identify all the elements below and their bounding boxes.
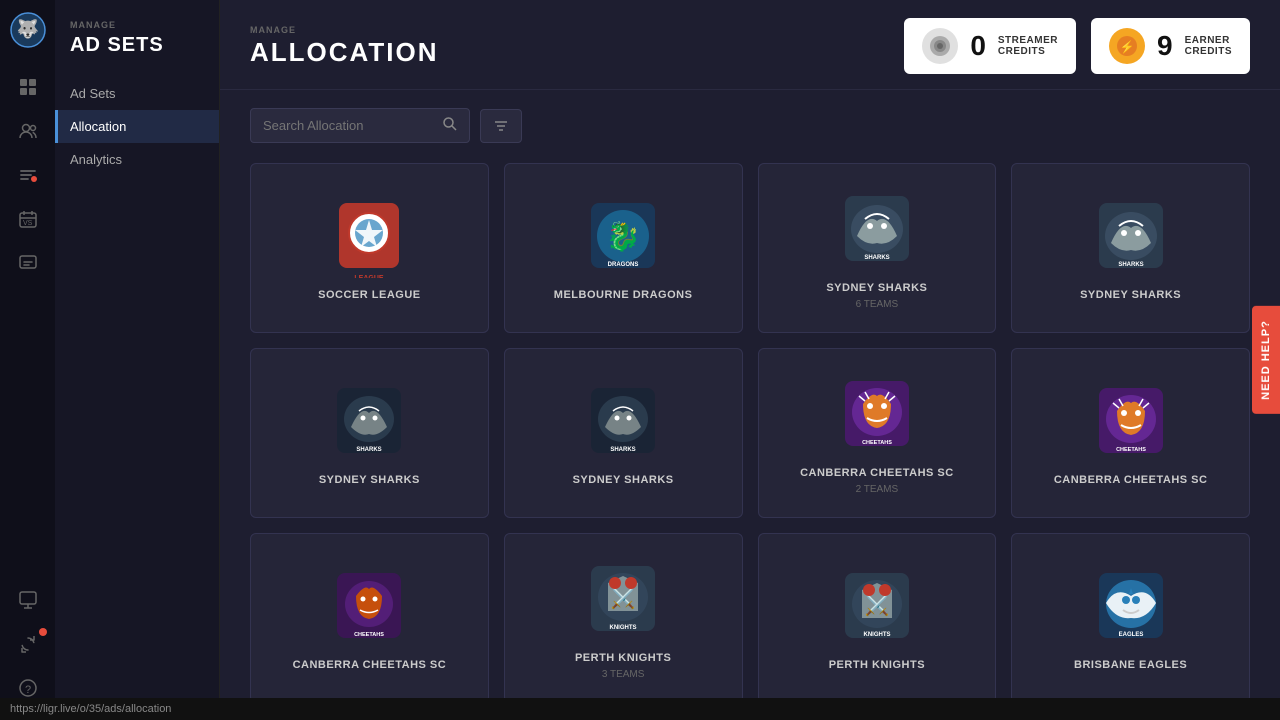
svg-text:DRAGONS: DRAGONS	[608, 262, 639, 268]
card-item[interactable]: ⚔️ KNIGHTS PERTH KNIGHTS 3 TEAMS	[504, 533, 743, 703]
card-name: BRISBANE EAGLES	[1074, 658, 1187, 672]
card-item[interactable]: 🐉 DRAGONS MELBOURNE DRAGONS	[504, 163, 743, 333]
help-tab[interactable]: NEED HELP?	[1252, 306, 1280, 414]
svg-text:SHARKS: SHARKS	[357, 447, 382, 453]
credits-section: 0 STREAMER CREDITS ⚡ 9 EARNER CREDITS	[904, 18, 1250, 74]
card-item[interactable]: CHEETAHS CANBERRA CHEETAHS SC	[250, 533, 489, 703]
sync-nav-icon[interactable]	[0, 622, 55, 666]
card-name: SYDNEY SHARKS	[319, 473, 420, 487]
card-name: SOCCER LEAGUE	[318, 288, 420, 302]
svg-text:VS: VS	[23, 220, 33, 227]
sidebar: MANAGE AD SETS Ad Sets Allocation Analyt…	[55, 0, 220, 720]
streamer-credits-box: 0 STREAMER CREDITS	[904, 18, 1076, 74]
streamer-credits-count: 0	[970, 30, 986, 62]
card-name: SYDNEY SHARKS	[573, 473, 674, 487]
card-logo: SHARKS	[583, 383, 663, 463]
svg-text:EAGLES: EAGLES	[1118, 632, 1143, 638]
sidebar-item-allocation[interactable]: Allocation	[55, 110, 219, 143]
card-logo: EAGLES	[1091, 568, 1171, 648]
svg-text:KNIGHTS: KNIGHTS	[863, 632, 890, 638]
card-logo: ⚔️ KNIGHTS	[837, 568, 917, 648]
card-teams: 3 TEAMS	[602, 669, 645, 680]
svg-text:⚔️: ⚔️	[611, 586, 636, 610]
earner-credits-count: 9	[1157, 30, 1173, 62]
svg-text:⚡: ⚡	[1120, 40, 1135, 54]
dashboard-nav-icon[interactable]	[0, 65, 55, 109]
card-logo: SHARKS	[837, 191, 917, 271]
streamer-credits-icon	[922, 28, 958, 64]
card-name: MELBOURNE DRAGONS	[554, 288, 693, 302]
card-item[interactable]: SHARKS SYDNEY SHARKS 6 TEAMS	[758, 163, 997, 333]
users-nav-icon[interactable]	[0, 109, 55, 153]
card-name: SYDNEY SHARKS	[826, 281, 927, 295]
svg-text:LEAGUE: LEAGUE	[355, 275, 385, 278]
svg-text:CHEETAHS: CHEETAHS	[1116, 447, 1146, 453]
card-logo: SHARKS	[329, 383, 409, 463]
card-logo: 🐉 DRAGONS	[583, 198, 663, 278]
card-item[interactable]: CHEETAHS CANBERRA CHEETAHS SC	[1011, 348, 1250, 518]
earner-credits-label: EARNER CREDITS	[1185, 35, 1232, 57]
svg-text:SHARKS: SHARKS	[864, 255, 889, 261]
filter-button[interactable]	[480, 109, 522, 143]
card-grid-area: LEAGUE SOCCER LEAGUE 🐉 DRAGONS MELBOURNE…	[220, 153, 1280, 720]
sidebar-item-adsets[interactable]: Ad Sets	[55, 77, 219, 110]
page-header: MANAGE ALLOCATION 0 STREAMER CREDITS ⚡ 9	[220, 0, 1280, 90]
svg-text:?: ?	[24, 684, 30, 696]
card-grid: LEAGUE SOCCER LEAGUE 🐉 DRAGONS MELBOURNE…	[250, 163, 1250, 703]
card-name: SYDNEY SHARKS	[1080, 288, 1181, 302]
header-title-group: MANAGE ALLOCATION	[250, 25, 439, 68]
monitor-nav-icon[interactable]	[0, 578, 55, 622]
card-item[interactable]: SHARKS SYDNEY SHARKS	[250, 348, 489, 518]
search-icon	[443, 117, 457, 134]
sidebar-item-analytics[interactable]: Analytics	[55, 143, 219, 176]
earner-credits-box: ⚡ 9 EARNER CREDITS	[1091, 18, 1250, 74]
card-name: CANBERRA CHEETAHS SC	[1054, 473, 1208, 487]
card-teams: 2 TEAMS	[856, 484, 899, 495]
main-content: MANAGE ALLOCATION 0 STREAMER CREDITS ⚡ 9	[220, 0, 1280, 720]
icon-bar: 🐺 VS ?	[0, 0, 55, 720]
sidebar-title: AD SETS	[55, 34, 219, 57]
search-box	[250, 108, 470, 143]
card-item[interactable]: SHARKS SYDNEY SHARKS	[1011, 163, 1250, 333]
svg-text:🐺: 🐺	[16, 18, 38, 39]
card-logo: CHEETAHS	[329, 568, 409, 648]
svg-text:SHARKS: SHARKS	[1118, 262, 1143, 268]
status-bar: https://ligr.live/o/35/ads/allocation	[0, 698, 1280, 720]
messages-nav-icon[interactable]	[0, 241, 55, 285]
svg-text:CHEETAHS: CHEETAHS	[862, 440, 892, 446]
search-area	[220, 90, 1280, 153]
svg-text:KNIGHTS: KNIGHTS	[610, 625, 637, 631]
card-item[interactable]: SHARKS SYDNEY SHARKS	[504, 348, 743, 518]
card-item[interactable]: LEAGUE SOCCER LEAGUE	[250, 163, 489, 333]
calendar-nav-icon[interactable]: VS	[0, 197, 55, 241]
card-item[interactable]: EAGLES BRISBANE EAGLES	[1011, 533, 1250, 703]
card-name: PERTH KNIGHTS	[829, 658, 925, 672]
card-name: PERTH KNIGHTS	[575, 651, 671, 665]
card-logo: CHEETAHS	[1091, 383, 1171, 463]
svg-text:🐉: 🐉	[606, 220, 641, 253]
svg-text:⚔️: ⚔️	[864, 593, 889, 617]
earner-credits-icon: ⚡	[1109, 28, 1145, 64]
status-url: https://ligr.live/o/35/ads/allocation	[10, 703, 171, 715]
card-logo: SHARKS	[1091, 198, 1171, 278]
card-name: CANBERRA CHEETAHS SC	[293, 658, 447, 672]
page-title: ALLOCATION	[250, 37, 439, 68]
card-item[interactable]: ⚔️ KNIGHTS PERTH KNIGHTS	[758, 533, 997, 703]
card-teams: 6 TEAMS	[856, 299, 899, 310]
svg-text:CHEETAHS: CHEETAHS	[354, 632, 384, 638]
card-logo: CHEETAHS	[837, 376, 917, 456]
sidebar-section-label: MANAGE	[55, 20, 219, 30]
card-logo: LEAGUE	[329, 198, 409, 278]
search-input[interactable]	[263, 118, 435, 133]
svg-text:SHARKS: SHARKS	[610, 447, 635, 453]
icon-bar-bottom: ?	[0, 578, 55, 710]
header-section-label: MANAGE	[250, 25, 439, 35]
card-item[interactable]: CHEETAHS CANBERRA CHEETAHS SC 2 TEAMS	[758, 348, 997, 518]
campaigns-nav-icon[interactable]	[0, 153, 55, 197]
app-logo[interactable]: 🐺	[8, 10, 48, 50]
card-name: CANBERRA CHEETAHS SC	[800, 466, 954, 480]
streamer-credits-label: STREAMER CREDITS	[998, 35, 1058, 57]
card-logo: ⚔️ KNIGHTS	[583, 561, 663, 641]
